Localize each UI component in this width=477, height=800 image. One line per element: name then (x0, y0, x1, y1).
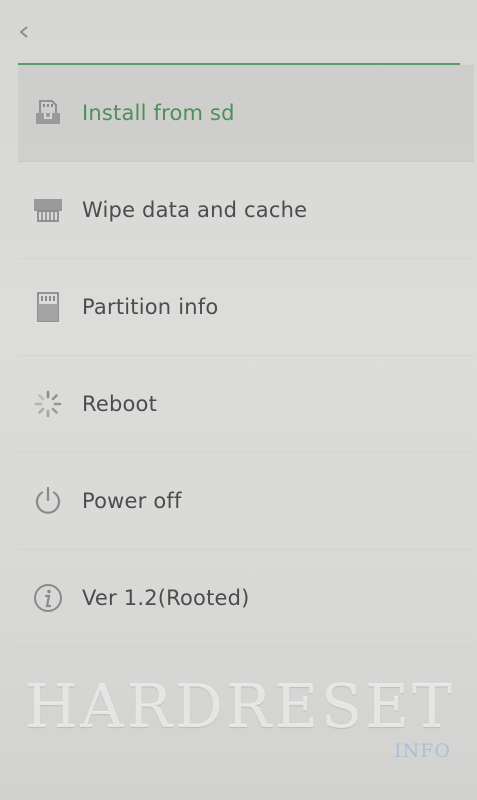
back-button[interactable] (10, 18, 38, 46)
chevron-left-icon (19, 26, 28, 38)
menu-item-wipe-data[interactable]: Wipe data and cache (18, 162, 474, 259)
power-icon (31, 484, 65, 518)
menu-item-label: Reboot (82, 392, 158, 416)
menu-item-label: Power off (82, 489, 182, 513)
menu-item-version[interactable]: Ver 1.2(Rooted) (18, 550, 474, 647)
menu-item-reboot[interactable]: Reboot (18, 356, 474, 453)
info-icon (31, 581, 65, 615)
recovery-menu: Install from sd Wipe data and cache Part… (18, 65, 474, 647)
sd-card-icon (31, 290, 65, 324)
menu-item-label: Partition info (82, 295, 219, 319)
watermark-sub: INFO (394, 740, 451, 762)
menu-item-label: Ver 1.2(Rooted) (82, 586, 250, 610)
menu-item-partition-info[interactable]: Partition info (18, 259, 474, 356)
sd-install-icon (31, 96, 65, 130)
watermark-brand: HARDRESET (25, 672, 455, 742)
menu-item-label: Wipe data and cache (82, 198, 308, 222)
menu-item-power-off[interactable]: Power off (18, 453, 474, 550)
menu-item-label: Install from sd (82, 101, 235, 125)
spinner-icon (31, 387, 65, 421)
menu-item-install-from-sd[interactable]: Install from sd (18, 65, 474, 162)
wipe-icon (31, 193, 65, 227)
header (0, 0, 477, 65)
